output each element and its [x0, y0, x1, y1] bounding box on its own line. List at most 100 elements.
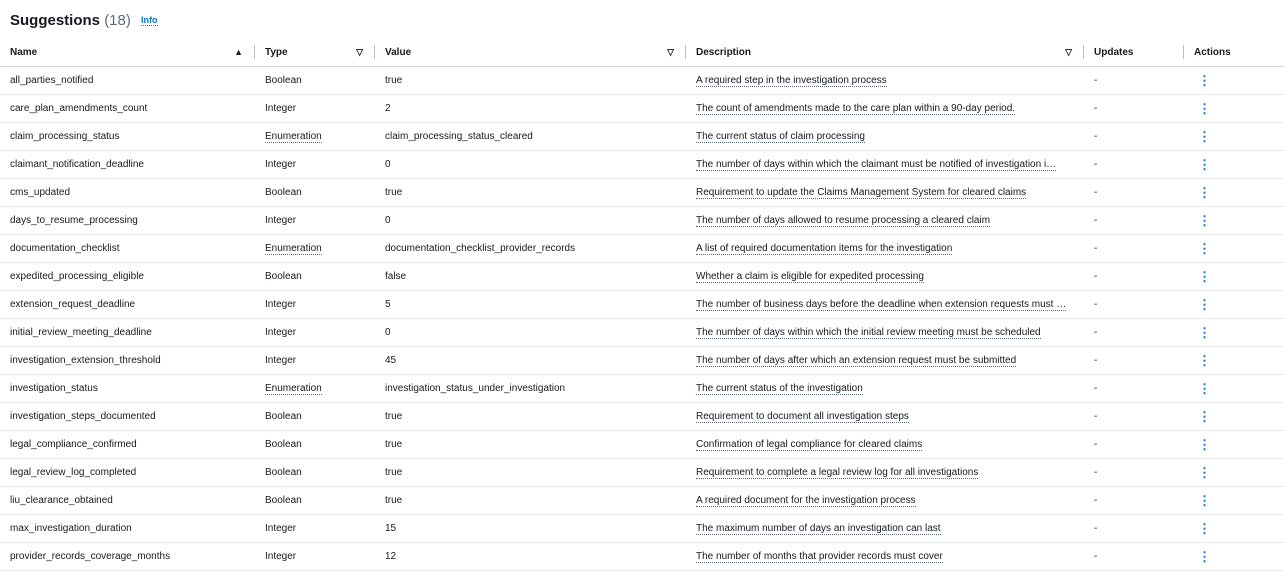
cell-updates: - — [1084, 290, 1184, 319]
description-text[interactable]: The number of days allowed to resume pro… — [696, 215, 991, 227]
description-text[interactable]: Requirement to document all investigatio… — [696, 411, 909, 423]
cell-value: true — [375, 430, 686, 459]
cell-value: true — [375, 458, 686, 487]
cell-type: Boolean — [255, 486, 375, 515]
more-actions-icon[interactable]: ⋮ — [1194, 297, 1211, 312]
cell-description: The number of days within which the clai… — [686, 150, 1084, 179]
cell-description: Requirement to complete a legal review l… — [686, 458, 1084, 487]
value-text: false — [385, 271, 407, 282]
updates-text: - — [1094, 75, 1098, 86]
more-actions-icon[interactable]: ⋮ — [1194, 73, 1211, 88]
cell-description: A required document for the investigatio… — [686, 486, 1084, 515]
type-text[interactable]: Enumeration — [265, 131, 322, 143]
value-text: 45 — [385, 355, 397, 366]
name-text: expedited_processing_eligible — [10, 271, 144, 282]
more-actions-icon[interactable]: ⋮ — [1194, 549, 1211, 564]
cell-actions: ⋮ — [1184, 262, 1284, 291]
description-text[interactable]: The count of amendments made to the care… — [696, 103, 1016, 115]
more-actions-icon[interactable]: ⋮ — [1194, 437, 1211, 452]
cell-type: Enumeration — [255, 374, 375, 403]
more-actions-icon[interactable]: ⋮ — [1194, 269, 1211, 284]
description-text[interactable]: The number of months that provider recor… — [696, 551, 943, 563]
cell-value: false — [375, 262, 686, 291]
table-row: legal_review_log_completed Boolean true Req… — [0, 458, 1284, 487]
type-text: Boolean — [265, 495, 302, 506]
column-header-value[interactable]: Value ▽ — [375, 38, 686, 67]
description-text[interactable]: Whether a claim is eligible for expedite… — [696, 271, 924, 283]
more-actions-icon[interactable]: ⋮ — [1194, 185, 1211, 200]
column-header-description[interactable]: Description ▽ — [686, 38, 1084, 67]
table-row: days_to_resume_processing Integer 0 The num… — [0, 206, 1284, 235]
type-text: Boolean — [265, 467, 302, 478]
cell-updates: - — [1084, 514, 1184, 543]
description-text[interactable]: Requirement to complete a legal review l… — [696, 467, 979, 479]
sort-icon[interactable]: ▽ — [667, 47, 674, 58]
name-text: provider_records_coverage_months — [10, 551, 171, 562]
description-text[interactable]: The current status of claim processing — [696, 131, 865, 143]
cell-description: The current status of claim processing — [686, 122, 1084, 151]
table-row: max_investigation_duration Integer 15 The m… — [0, 514, 1284, 543]
updates-text: - — [1094, 131, 1098, 142]
cell-updates: - — [1084, 66, 1184, 95]
type-text[interactable]: Enumeration — [265, 383, 322, 395]
cell-updates: - — [1084, 206, 1184, 235]
cell-value: claim_processing_status_cleared — [375, 122, 686, 151]
more-actions-icon[interactable]: ⋮ — [1194, 381, 1211, 396]
description-text[interactable]: A required document for the investigatio… — [696, 495, 916, 507]
updates-text: - — [1094, 103, 1098, 114]
description-text[interactable]: Confirmation of legal compliance for cle… — [696, 439, 923, 451]
updates-text: - — [1094, 187, 1098, 198]
more-actions-icon[interactable]: ⋮ — [1194, 241, 1211, 256]
cell-description: The number of days within which the init… — [686, 318, 1084, 347]
column-header-type[interactable]: Type ▽ — [255, 38, 375, 67]
column-header-name[interactable]: Name ▲ — [0, 38, 255, 67]
description-text[interactable]: A list of required documentation items f… — [696, 243, 953, 255]
name-text: legal_compliance_confirmed — [10, 439, 137, 450]
description-text[interactable]: The current status of the investigation — [696, 383, 863, 395]
more-actions-icon[interactable]: ⋮ — [1194, 325, 1211, 340]
cell-updates: - — [1084, 94, 1184, 123]
more-actions-icon[interactable]: ⋮ — [1194, 409, 1211, 424]
column-header-label: Description — [696, 46, 752, 58]
cell-description: The number of months that provider recor… — [686, 542, 1084, 571]
value-text: 12 — [385, 551, 397, 562]
column-header-label: Updates — [1094, 46, 1134, 58]
description-text[interactable]: The number of days within which the init… — [696, 327, 1041, 339]
sort-icon[interactable]: ▽ — [356, 47, 363, 58]
more-actions-icon[interactable]: ⋮ — [1194, 353, 1211, 368]
cell-type: Integer — [255, 542, 375, 571]
description-text[interactable]: Requirement to update the Claims Managem… — [696, 187, 1027, 199]
cell-updates: - — [1084, 122, 1184, 151]
info-link[interactable]: Info — [141, 15, 158, 26]
more-actions-icon[interactable]: ⋮ — [1194, 129, 1211, 144]
cell-actions: ⋮ — [1184, 402, 1284, 431]
name-text: investigation_status — [10, 383, 98, 394]
more-actions-icon[interactable]: ⋮ — [1194, 465, 1211, 480]
cell-name: cms_updated — [0, 178, 255, 207]
title-text: Suggestions — [10, 12, 101, 29]
description-text[interactable]: A required step in the investigation pro… — [696, 75, 887, 87]
cell-value: true — [375, 486, 686, 515]
cell-name: max_investigation_duration — [0, 514, 255, 543]
cell-value: 45 — [375, 346, 686, 375]
cell-name: provider_records_coverage_months — [0, 542, 255, 571]
cell-description: The current status of the investigation — [686, 374, 1084, 403]
type-text: Integer — [265, 103, 297, 114]
cell-description: The number of business days before the d… — [686, 290, 1084, 319]
more-actions-icon[interactable]: ⋮ — [1194, 213, 1211, 228]
more-actions-icon[interactable]: ⋮ — [1194, 493, 1211, 508]
sort-ascending-icon[interactable]: ▲ — [234, 47, 243, 57]
cell-type: Integer — [255, 150, 375, 179]
more-actions-icon[interactable]: ⋮ — [1194, 521, 1211, 536]
value-text: 15 — [385, 523, 397, 534]
description-text[interactable]: The number of business days before the d… — [696, 299, 1067, 311]
description-text[interactable]: The number of days after which an extens… — [696, 355, 1017, 367]
description-text[interactable]: The number of days within which the clai… — [696, 159, 1057, 171]
more-actions-icon[interactable]: ⋮ — [1194, 157, 1211, 172]
cell-type: Boolean — [255, 178, 375, 207]
more-actions-icon[interactable]: ⋮ — [1194, 101, 1211, 116]
table-row: extension_request_deadline Integer 5 The nu… — [0, 290, 1284, 319]
sort-icon[interactable]: ▽ — [1065, 47, 1072, 58]
type-text[interactable]: Enumeration — [265, 243, 322, 255]
description-text[interactable]: The maximum number of days an investigat… — [696, 523, 941, 535]
